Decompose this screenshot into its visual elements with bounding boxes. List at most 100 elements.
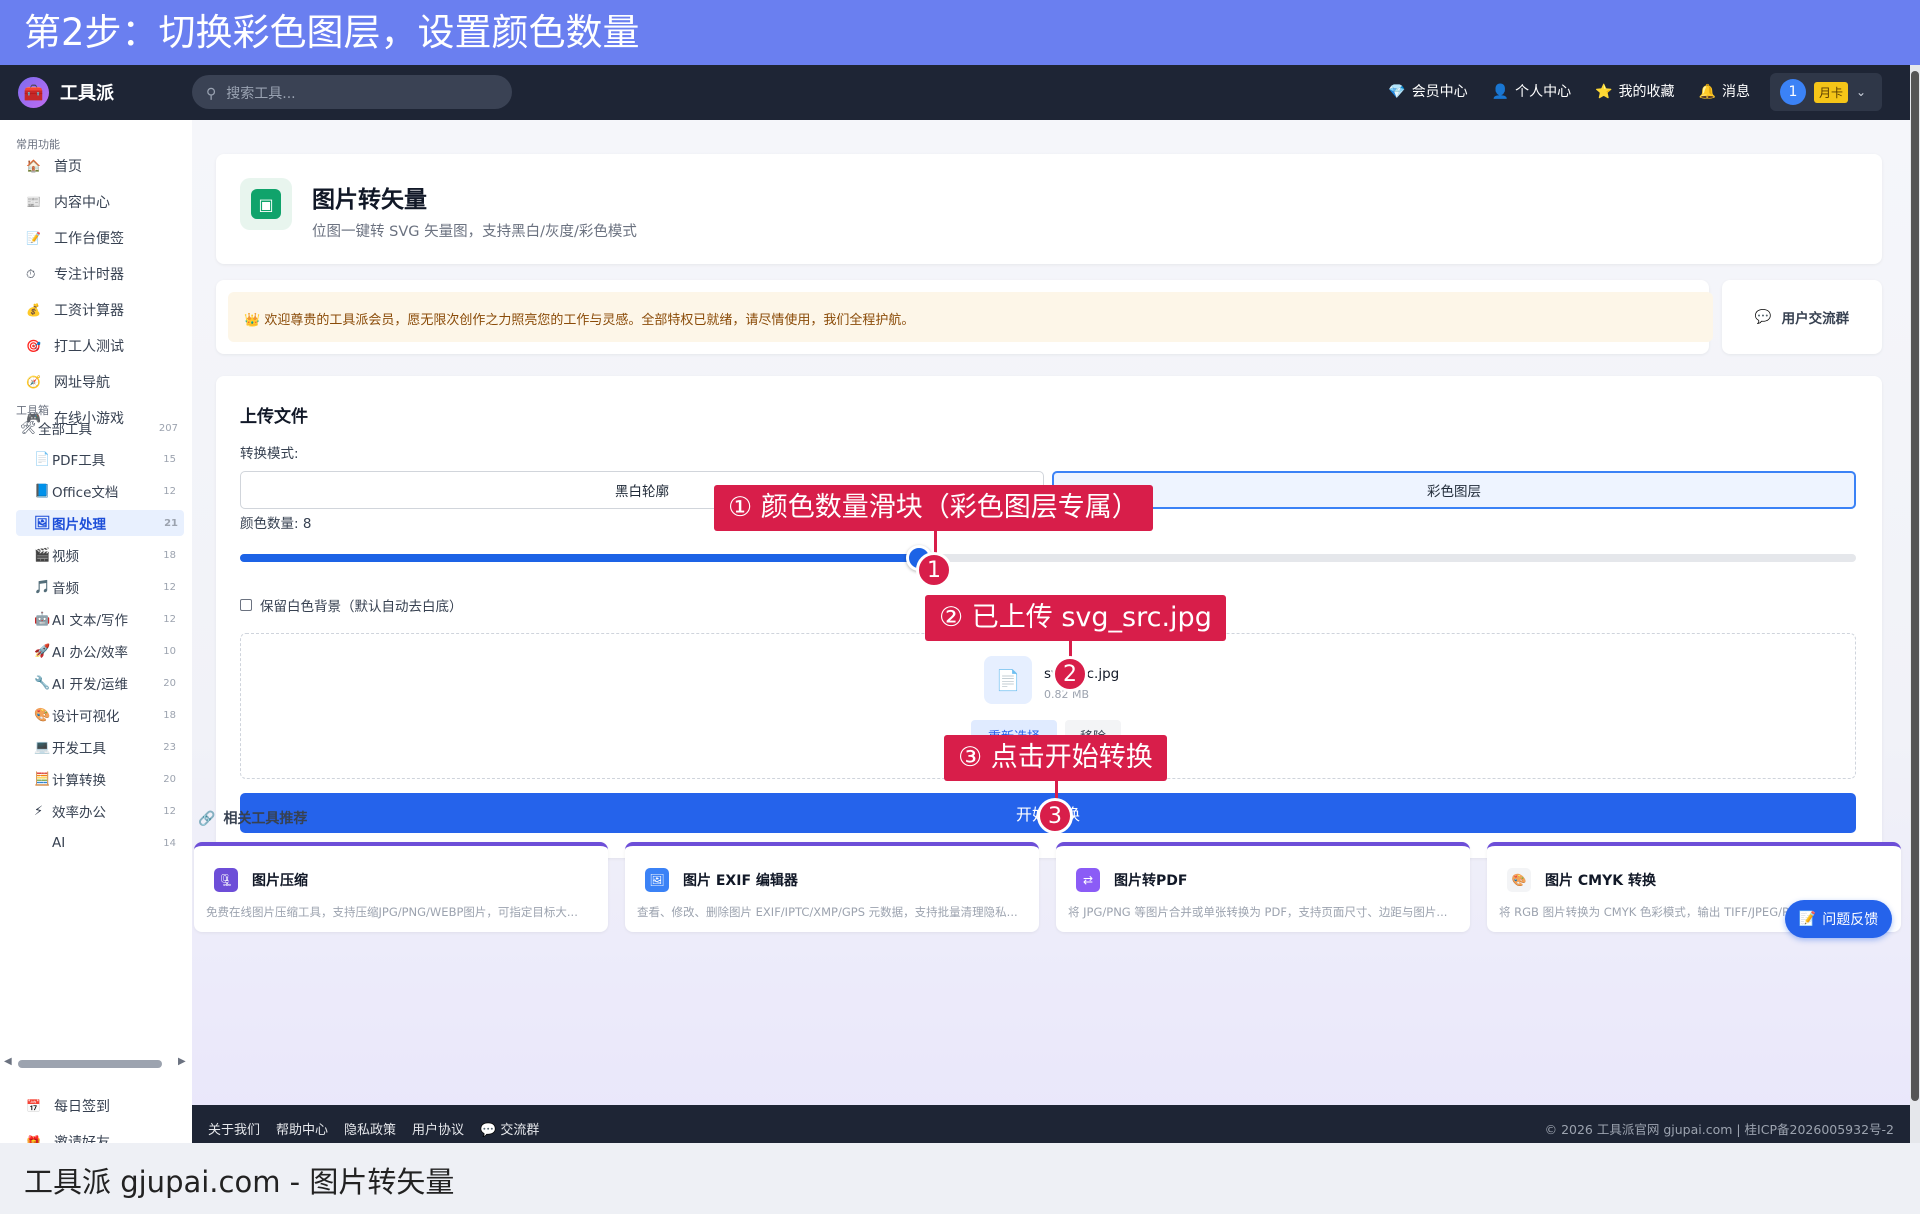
brand-logo-icon[interactable]: 🧰 [18,77,49,108]
sidebar-item-icon: 🎁 [26,1135,41,1143]
sidebar-item[interactable]: 🏠 首页 [26,154,82,178]
annotation-callout-2: ② 已上传 svg_src.jpg [925,595,1226,641]
sidebar-item-label: 每日签到 [54,1099,110,1115]
tool-count: 23 [163,741,176,753]
footer-links: 关于我们 帮助中心 隐私政策 用户协议 💬 交流群 [208,1119,539,1138]
user-menu[interactable]: 1 月卡 ⌄ [1770,73,1882,111]
annotation-marker-3: 3 [1037,798,1073,834]
user-group-button[interactable]: 💬 用户交流群 [1722,280,1882,354]
sidebar-item-label: 邀请好友 [54,1135,110,1143]
crown-icon: 👑 [244,313,265,328]
tool-count: 18 [163,549,176,561]
avatar: 1 [1780,79,1806,105]
sidebar-tool-category[interactable]: 🔧 AI 开发/运维 20 [34,670,182,696]
nav-personal-center[interactable]: 👤 个人中心 [1492,81,1571,101]
sidebar-tool-category[interactable]: ⚡ 效率办公 12 [34,798,182,824]
sidebar-tool-category[interactable]: 🖼 图片处理 21 [16,510,184,536]
sidebar-tool-category[interactable]: 🎨 设计可视化 18 [34,702,182,728]
tool-count: 21 [164,517,178,529]
category-icon: 🎬 [34,547,51,563]
diamond-icon: 💎 [1388,84,1406,100]
sidebar-item-icon: 🧭 [26,375,41,389]
nav-member-center[interactable]: 💎 会员中心 [1388,81,1467,101]
search-icon: ⚲ [206,86,217,102]
sidebar-item[interactable]: ⏱ 专注计时器 [26,262,124,286]
related-tool-icon: 🖼 [645,868,669,892]
sidebar-item-icon: 💰 [26,303,41,317]
annotation-marker-2: 2 [1052,656,1088,692]
sidebar-horizontal-scrollbar[interactable] [18,1060,162,1068]
tool-count: 12 [163,581,176,593]
sidebar-tool-category[interactable]: 📘 Office文档 12 [34,478,182,504]
bell-icon: 🔔 [1698,84,1716,100]
nav-favorites[interactable]: ⭐ 我的收藏 [1595,81,1674,101]
annotation-marker-1: 1 [916,552,952,588]
sidebar-scroll-right-icon[interactable]: ▶ [178,1056,186,1067]
keep-white-checkbox[interactable] [240,599,252,611]
sidebar-item-label: AI 办公/效率 [52,645,129,661]
sidebar-item-label: 内容中心 [54,195,110,211]
sidebar-tool-category[interactable]: AI 14 [34,830,182,856]
scrollbar-thumb[interactable] [1911,71,1919,1101]
sidebar-item[interactable]: 🧭 网址导航 [26,370,110,394]
sidebar-item-icon: 🎯 [26,339,41,353]
footer-link[interactable]: 关于我们 [208,1119,260,1138]
footer-link[interactable]: 💬 交流群 [480,1119,539,1138]
tool-count: 14 [163,837,176,849]
related-tool-title: 图片 CMYK 转换 [1545,873,1656,889]
sidebar-tool-category[interactable]: 🎬 视频 18 [34,542,182,568]
related-tool-card[interactable]: ⇄ 图片转PDF 将 JPG/PNG 等图片合并或单张转换为 PDF，支持页面尺寸、… [1056,842,1470,932]
sidebar-item[interactable]: 📰 内容中心 [26,190,110,214]
footer-link[interactable]: 隐私政策 [344,1119,396,1138]
top-navbar: 🧰 工具派 ⚲ 搜索工具... 💎 会员中心 👤 个人中心 ⭐ 我的收藏 🔔 消息 1 月… [0,65,1910,120]
feedback-icon: 📝 [1798,911,1817,927]
sidebar-tool-category[interactable]: 🧮 计算转换 20 [34,766,182,792]
sidebar-item[interactable]: 🎯 打工人测试 [26,334,124,358]
category-icon: 📄 [34,451,51,467]
related-tool-card[interactable]: 🗜 图片压缩 免费在线图片压缩工具，支持压缩JPG/PNG/WEBP图片，可指定目标… [194,842,608,932]
related-tool-card[interactable]: 🖼 图片 EXIF 编辑器 查看、修改、删除图片 EXIF/IPTC/XMP/GPS… [625,842,1039,932]
sidebar-tool-category[interactable]: 💻 开发工具 23 [34,734,182,760]
sidebar-tool-category[interactable]: 🤖 AI 文本/写作 12 [34,606,182,632]
top-nav-links: 💎 会员中心 👤 个人中心 ⭐ 我的收藏 🔔 消息 [1388,81,1750,101]
membership-badge: 月卡 [1814,81,1849,103]
sidebar-item-icon: 🏠 [26,159,41,173]
feedback-button[interactable]: 📝 问题反馈 [1785,900,1892,938]
user-icon: 👤 [1491,84,1510,100]
tool-header-card: ▣ 图片转矢量 位图一键转 SVG 矢量图，支持黑白/灰度/彩色模式 [216,154,1882,264]
sidebar-item[interactable]: 📝 工作台便签 [26,226,124,250]
chat-icon: 💬 [1754,309,1772,325]
sidebar-item-label: Office文档 [52,485,119,501]
tools-icon: 🛠 [20,420,37,436]
sidebar-tool-category[interactable]: 🎵 音频 12 [34,574,182,600]
footer-copyright: © 2026 工具派官网 gjupai.com | 桂ICP备202600593… [1544,1122,1894,1137]
sidebar-scroll-left-icon[interactable]: ◀ [4,1056,12,1067]
related-tool-icon: 🗜 [214,868,238,892]
sidebar-item-label: 网址导航 [54,375,110,391]
sidebar-item-label: 设计可视化 [52,709,120,725]
footer-link[interactable]: 用户协议 [412,1119,464,1138]
sidebar-item[interactable]: 💰 工资计算器 [26,298,124,322]
sidebar-item-label: 工作台便签 [54,231,124,247]
category-icon: ⚡ [34,803,44,819]
keep-white-option[interactable]: 保留白色背景（默认自动去白底） [240,595,463,615]
sidebar-item-all-tools[interactable]: 🛠 全部工具 207 [20,415,184,441]
image-icon: ▣ [240,178,292,230]
sidebar-tool-category[interactable]: 📄 PDF工具 15 [34,446,182,472]
page-vertical-scrollbar[interactable] [1910,65,1920,1143]
sidebar-item[interactable]: 📅 每日签到 [26,1094,110,1118]
mode-option-color[interactable]: 彩色图层 [1052,471,1856,509]
related-tools-title: 🔗 相关工具推荐 [198,808,307,828]
footer-link[interactable]: 帮助中心 [276,1119,328,1138]
sidebar-tool-category[interactable]: 🚀 AI 办公/效率 10 [34,638,182,664]
nav-messages[interactable]: 🔔 消息 [1699,81,1750,101]
color-count-slider[interactable] [240,545,1856,571]
related-tool-icon: ⇄ [1076,868,1100,892]
nav-label: 会员中心 [1411,84,1468,100]
tool-count: 15 [163,453,176,465]
related-tool-title: 图片 EXIF 编辑器 [683,873,798,889]
sidebar-item[interactable]: 🎁 邀请好友 [26,1130,110,1143]
brand-name[interactable]: 工具派 [60,79,114,105]
sidebar-item-label: 图片处理 [52,517,106,533]
search-input[interactable]: ⚲ 搜索工具... [192,75,512,109]
